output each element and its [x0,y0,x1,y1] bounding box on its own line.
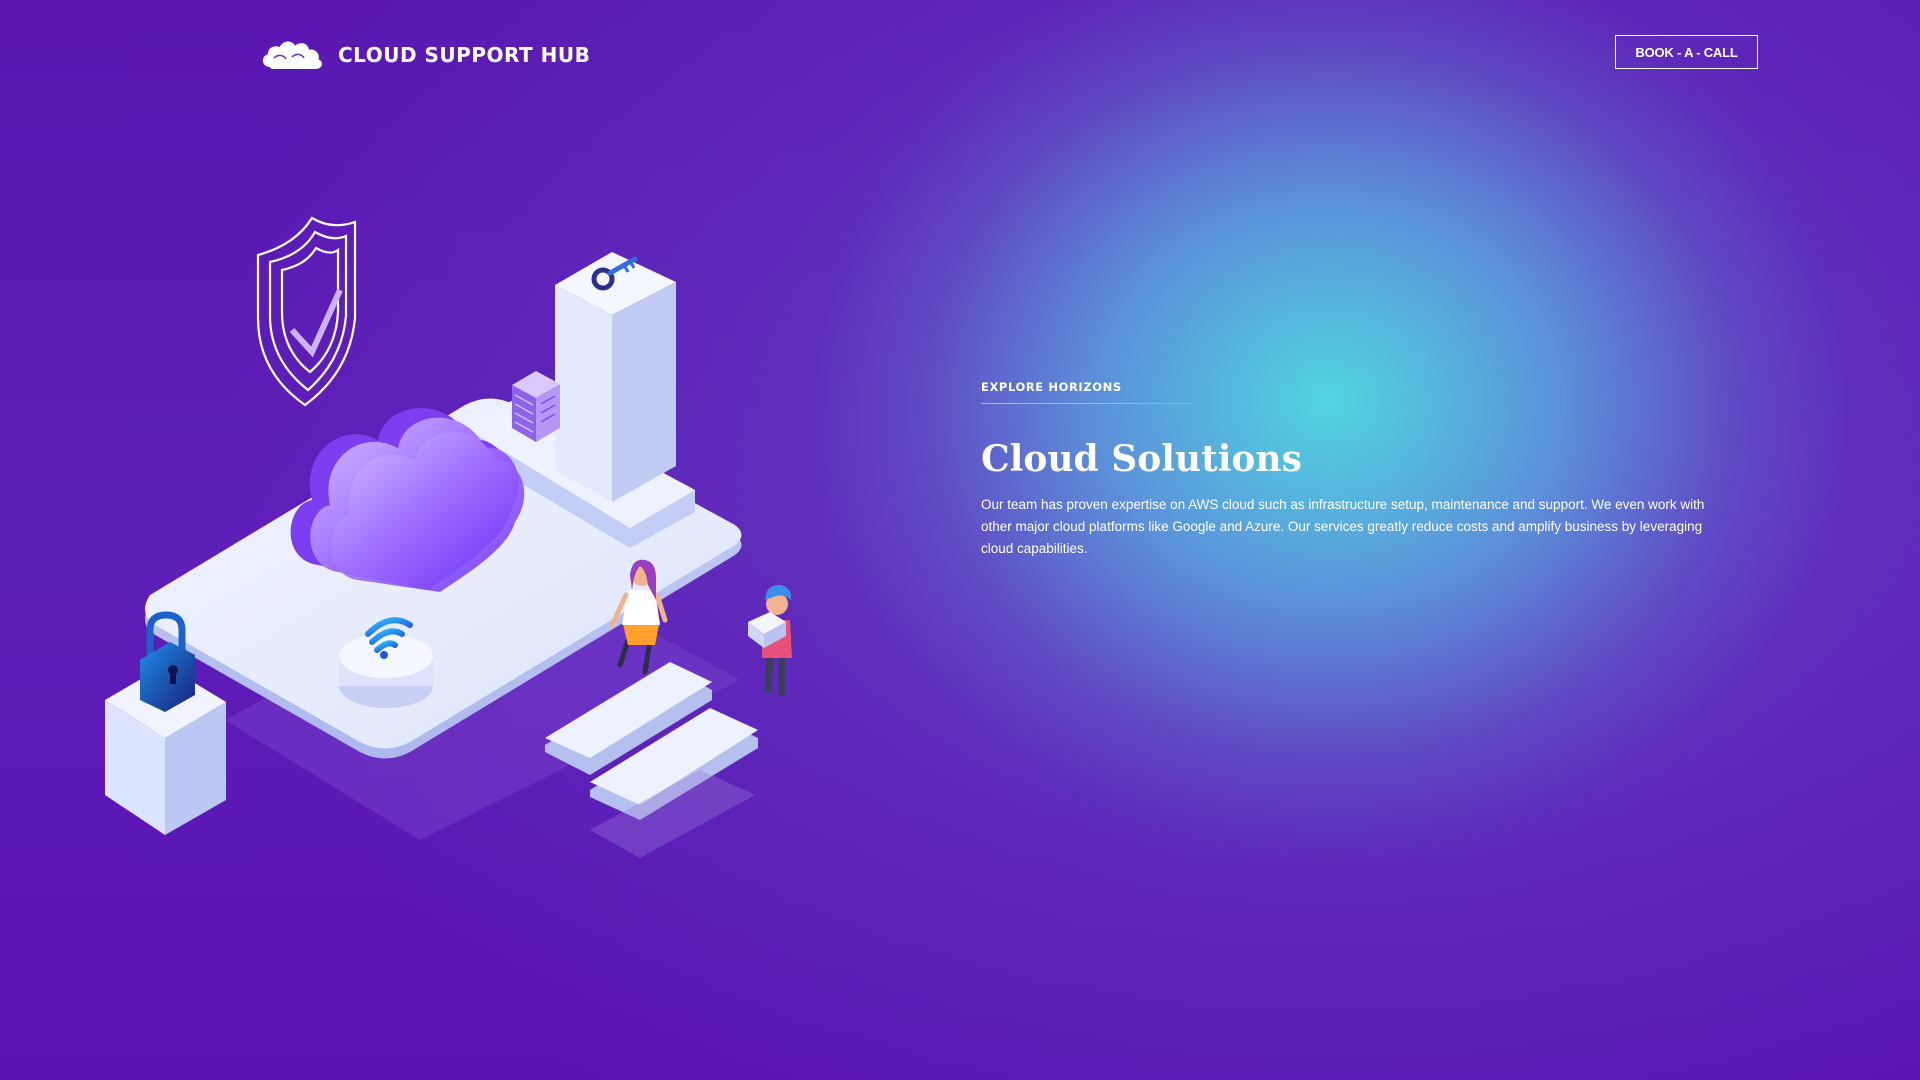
server-icon [512,371,560,442]
book-a-call-button[interactable]: BOOK - A - CALL [1615,35,1758,69]
tower [555,252,676,502]
cloud-illustration [105,216,792,858]
hero-title: Cloud Solutions [981,438,1302,480]
hero-description: Our team has proven expertise on AWS clo… [981,496,1705,556]
hero-content: EXPLORE HORIZONS Cloud Solutions Our tea… [981,380,1721,560]
eyebrow-divider [981,403,1193,404]
eyebrow-label: EXPLORE HORIZONS [981,380,1122,394]
shield-check-icon [256,216,357,407]
person-man-with-box [748,584,792,696]
